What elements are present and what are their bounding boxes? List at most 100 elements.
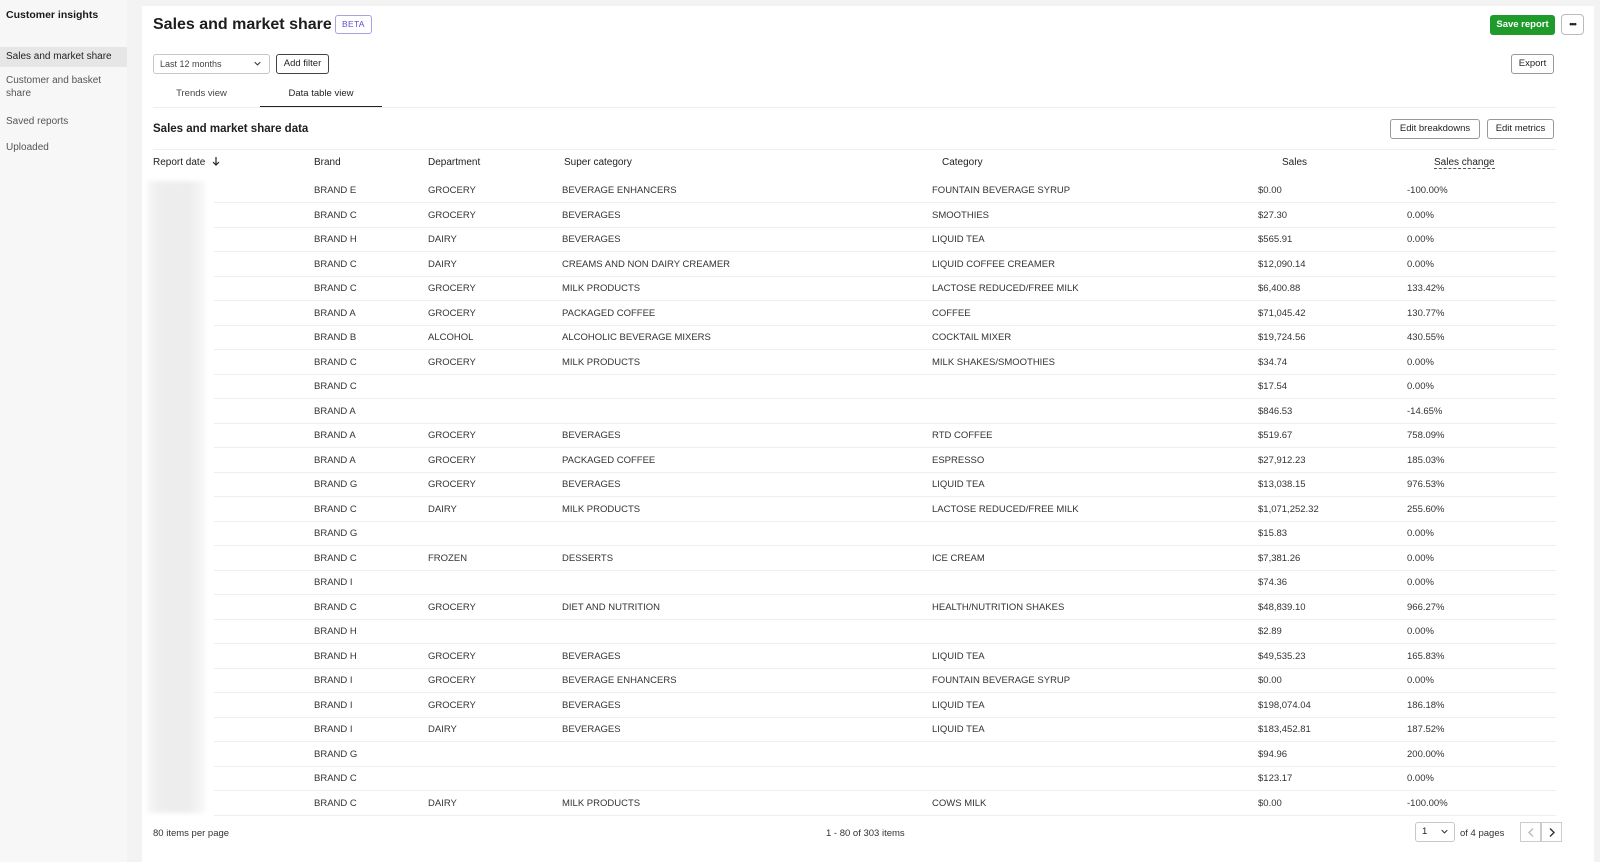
cell-brand: BRAND C: [314, 283, 357, 294]
cell-category: LACTOSE REDUCED/FREE MILK: [932, 503, 1079, 515]
cell-department: GROCERY: [428, 699, 476, 711]
cell-department: GROCERY: [428, 209, 476, 221]
column-header-department[interactable]: Department: [428, 157, 480, 168]
cell-sales: $34.74: [1258, 356, 1288, 368]
cell-sales-change: 0.00%: [1407, 381, 1434, 392]
sidebar-item-uploaded[interactable]: Uploaded: [0, 141, 127, 154]
table-row[interactable]: BRAND C FROZEN DESSERTS ICE CREAM $7,381.26 0…: [142, 546, 1594, 571]
cell-sales: $15.83: [1258, 528, 1288, 539]
table-row[interactable]: BRAND A GROCERY PACKAGED COFFEE COFFEE $71,0…: [142, 301, 1594, 326]
cell-brand: BRAND A: [314, 454, 356, 466]
table-row[interactable]: BRAND I $74.36 0.00%: [142, 570, 1594, 595]
chevron-left-icon: [1528, 828, 1534, 837]
table-row[interactable]: BRAND I DAIRY BEVERAGES LIQUID TEA $183,452.…: [142, 717, 1594, 742]
table-row[interactable]: BRAND C GROCERY DIET AND NUTRITION HEALTH/N…: [142, 595, 1594, 620]
tab-trends-view[interactable]: Trends view: [153, 88, 250, 108]
table-row[interactable]: BRAND C GROCERY BEVERAGES SMOOTHIES $27.30 0.…: [142, 203, 1594, 228]
page-select[interactable]: 1: [1415, 822, 1455, 842]
cell-category: ICE CREAM: [932, 552, 985, 564]
cell-sales: $74.36: [1258, 577, 1288, 588]
cell-sales-change: 0.00%: [1407, 675, 1434, 686]
table-row[interactable]: BRAND C GROCERY MILK PRODUCTS LACTOSE REDUC…: [142, 276, 1594, 301]
cell-category: LIQUID TEA: [932, 724, 985, 735]
cell-sales-change: -14.65%: [1407, 405, 1443, 417]
sidebar-item-customer-and-basket-share[interactable]: Customer and basket share: [0, 74, 127, 100]
cell-category: COCKTAIL MIXER: [932, 332, 1012, 343]
cell-sales: $519.67: [1258, 430, 1293, 441]
edit-metrics-button[interactable]: Edit metrics: [1487, 119, 1554, 139]
cell-super-category: ALCOHOLIC BEVERAGE MIXERS: [562, 332, 711, 343]
more-options-button[interactable]: •••: [1561, 14, 1584, 35]
table-row[interactable]: BRAND B ALCOHOL ALCOHOLIC BEVERAGE MIXERS C…: [142, 325, 1594, 350]
column-header-report-date[interactable]: Report date: [153, 157, 220, 168]
cell-brand: BRAND I: [314, 577, 353, 588]
table-row[interactable]: BRAND H $2.89 0.00%: [142, 619, 1594, 644]
sidebar-item-sales-and-market-share[interactable]: Sales and market share: [0, 47, 127, 67]
cell-sales: $17.54: [1258, 381, 1288, 392]
column-header-sales[interactable]: Sales: [1282, 157, 1307, 168]
cell-department: GROCERY: [428, 454, 476, 466]
cell-department: GROCERY: [428, 601, 476, 613]
table-row[interactable]: BRAND C $123.17 0.00%: [142, 766, 1594, 791]
cell-category: FOUNTAIN BEVERAGE SYRUP: [932, 675, 1071, 686]
cell-sales-change: -100.00%: [1407, 797, 1448, 809]
column-header-category[interactable]: Category: [942, 157, 983, 168]
table-row[interactable]: BRAND C $17.54 0.00%: [142, 374, 1594, 399]
cell-category: LIQUID TEA: [932, 650, 985, 662]
next-page-button[interactable]: [1541, 822, 1562, 842]
page-title: Sales and market share: [153, 16, 332, 33]
column-header-super-category[interactable]: Super category: [564, 157, 632, 168]
cell-department: GROCERY: [428, 283, 476, 294]
cell-brand: BRAND I: [314, 675, 353, 686]
column-header-sales-change[interactable]: Sales change: [1434, 157, 1495, 169]
previous-page-button[interactable]: [1520, 822, 1541, 842]
cell-category: COWS MILK: [932, 797, 987, 809]
cell-super-category: PACKAGED COFFEE: [562, 307, 656, 319]
table-row[interactable]: BRAND A GROCERY PACKAGED COFFEE ESPRESSO $27…: [142, 448, 1594, 473]
cell-super-category: DESSERTS: [562, 552, 614, 564]
cell-super-category: CREAMS AND NON DAIRY CREAMER: [562, 258, 731, 270]
table-row[interactable]: BRAND C DAIRY CREAMS AND NON DAIRY CREAMER…: [142, 252, 1594, 277]
sort-arrow-down-icon: [212, 157, 220, 166]
cell-brand: BRAND G: [314, 748, 358, 760]
table-row[interactable]: BRAND I GROCERY BEVERAGES LIQUID TEA $198,07…: [142, 693, 1594, 718]
table-row[interactable]: BRAND E GROCERY BEVERAGE ENHANCERS FOUNTAIN…: [142, 178, 1594, 203]
cell-category: RTD COFFEE: [932, 430, 993, 441]
cell-department: DAIRY: [428, 797, 457, 809]
cell-sales-change: 0.00%: [1407, 258, 1434, 270]
cell-sales-change: 0.00%: [1407, 773, 1434, 784]
table-row[interactable]: BRAND A $846.53 -14.65%: [142, 399, 1594, 424]
date-range-select[interactable]: Last 12 months: [153, 54, 270, 74]
table-row[interactable]: BRAND I GROCERY BEVERAGE ENHANCERS FOUNTAIN…: [142, 668, 1594, 693]
table-row[interactable]: BRAND H DAIRY BEVERAGES LIQUID TEA $565.91 0.…: [142, 227, 1594, 252]
export-button[interactable]: Export: [1511, 54, 1554, 74]
cell-super-category: BEVERAGES: [562, 699, 621, 711]
sidebar-item-saved-reports[interactable]: Saved reports: [0, 115, 127, 128]
cell-sales-change: 165.83%: [1407, 650, 1445, 662]
cell-sales: $6,400.88: [1258, 283, 1301, 294]
table-row[interactable]: BRAND C DAIRY MILK PRODUCTS COWS MILK $0.00 -…: [142, 791, 1594, 816]
cell-category: MILK SHAKES/SMOOTHIES: [932, 356, 1055, 368]
cell-sales-change: 0.00%: [1407, 356, 1434, 368]
table-row[interactable]: BRAND H GROCERY BEVERAGES LIQUID TEA $49,535…: [142, 644, 1594, 669]
table-row[interactable]: BRAND G $94.96 200.00%: [142, 742, 1594, 767]
edit-breakdowns-button[interactable]: Edit breakdowns: [1390, 119, 1480, 139]
table-row[interactable]: BRAND C DAIRY MILK PRODUCTS LACTOSE REDUCED…: [142, 497, 1594, 522]
tab-data-table-view[interactable]: Data table view: [260, 88, 382, 108]
table-row[interactable]: BRAND G $15.83 0.00%: [142, 521, 1594, 546]
table-row[interactable]: BRAND A GROCERY BEVERAGES RTD COFFEE $519.67…: [142, 423, 1594, 448]
cell-sales: $0.00: [1258, 675, 1282, 686]
row-divider: [214, 814, 1556, 816]
cell-sales-change: 0.00%: [1407, 552, 1434, 564]
cell-category: LACTOSE REDUCED/FREE MILK: [932, 283, 1079, 294]
cell-department: GROCERY: [428, 479, 476, 490]
save-report-button[interactable]: Save report: [1490, 15, 1555, 35]
add-filter-button[interactable]: Add filter: [276, 54, 329, 74]
cell-brand: BRAND A: [314, 307, 356, 319]
column-header-brand[interactable]: Brand: [314, 157, 341, 168]
cell-department: GROCERY: [428, 675, 476, 686]
table-row[interactable]: BRAND C GROCERY MILK PRODUCTS MILK SHAKES/S…: [142, 350, 1594, 375]
table-row[interactable]: BRAND G GROCERY BEVERAGES LIQUID TEA $13,038…: [142, 472, 1594, 497]
cell-sales: $198,074.04: [1258, 699, 1311, 711]
cell-super-category: BEVERAGE ENHANCERS: [562, 675, 677, 686]
